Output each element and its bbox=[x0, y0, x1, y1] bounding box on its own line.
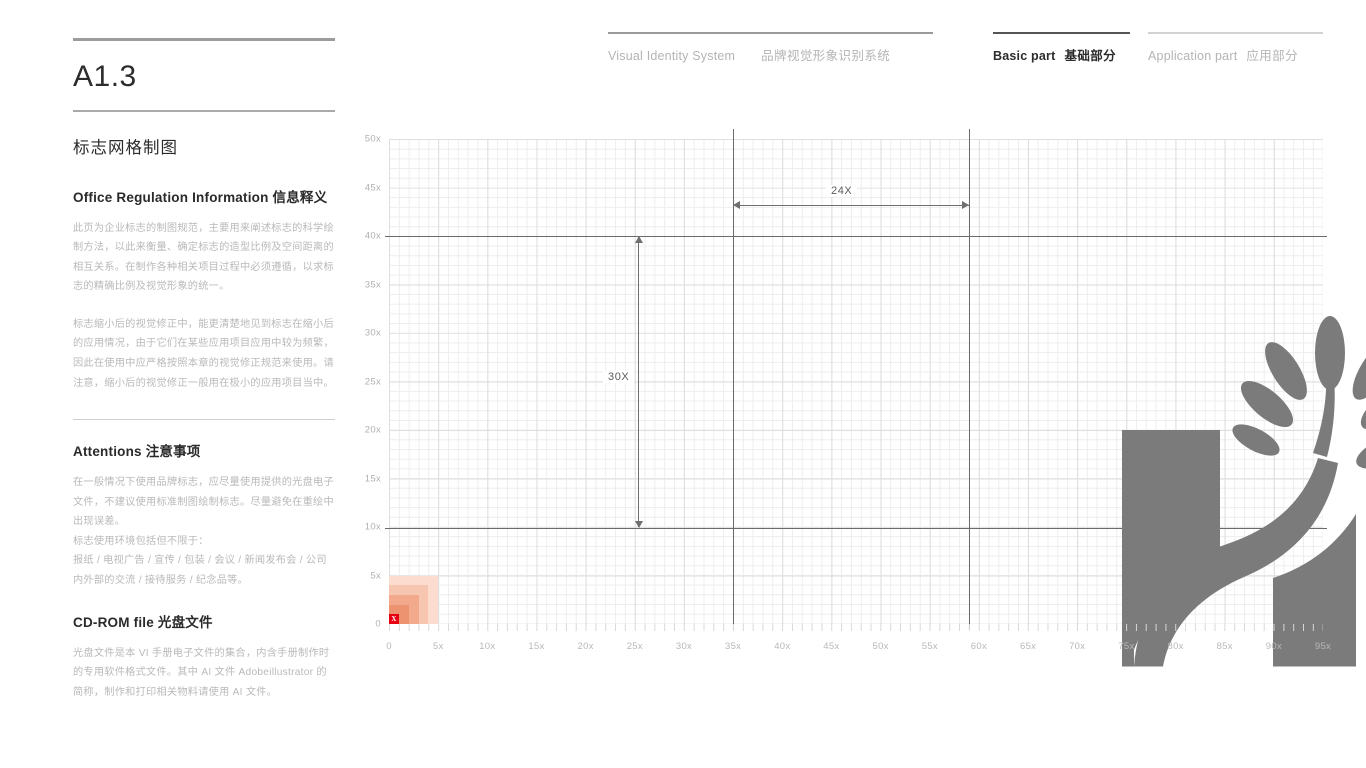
header-tab-application-part[interactable]: Application part 应用部分 bbox=[1148, 32, 1323, 64]
x-tick: 10x bbox=[479, 641, 496, 652]
y-axis-labels: 0 5x 10x 15x 20x 25x 30x 35x 40x 45x 50x bbox=[349, 134, 381, 630]
x-tick: 65x bbox=[1019, 641, 1037, 652]
header-basic-cn: 基础部分 bbox=[1064, 49, 1117, 63]
y-tick: 35x bbox=[364, 279, 381, 290]
info-block-cdrom: CD-ROM file 光盘文件 光盘文件是本 VI 手册电子文件的集合，内含手… bbox=[73, 611, 335, 703]
dim-arrow-30x-bottom bbox=[634, 520, 643, 528]
page-title: 标志网格制图 bbox=[73, 138, 178, 157]
y-tick: 5x bbox=[370, 570, 381, 581]
header-app-en: Application part bbox=[1148, 49, 1238, 63]
info-block-office-regulation: Office Regulation Information 信息释义 此页为企业… bbox=[73, 186, 335, 394]
info-block-attentions: Attentions 注意事项 在一般情况下使用品牌标志，应尽量使用提供的光盘电… bbox=[73, 440, 335, 590]
top-divider bbox=[73, 38, 335, 41]
x-tick: 70x bbox=[1069, 641, 1086, 652]
grid-major bbox=[389, 139, 1323, 624]
x-tick: 95x bbox=[1314, 641, 1332, 652]
vi-manual-page: Visual Identity System 品牌视觉形象识别系统 Basic … bbox=[0, 0, 1366, 768]
header-rule-vis bbox=[608, 32, 933, 34]
unit-x-label: X bbox=[391, 614, 397, 623]
dim-line-30x bbox=[638, 236, 639, 527]
header-vis-cn: 品牌视觉形象识别系统 bbox=[761, 49, 891, 63]
y-tick: 10x bbox=[364, 521, 381, 533]
header-visual-identity-system: Visual Identity System 品牌视觉形象识别系统 bbox=[608, 32, 933, 64]
dim-arrow-24x-left bbox=[733, 201, 740, 209]
x-axis-ticks bbox=[389, 624, 1323, 631]
header-basic-en: Basic part bbox=[993, 49, 1056, 63]
x-tick: 15x bbox=[528, 641, 545, 652]
y-tick: 40x bbox=[364, 230, 381, 242]
block-paragraph: 光盘文件是本 VI 手册电子文件的集合，内含手册制作时的专用软件格式文件。其中 … bbox=[73, 647, 330, 698]
guide-line-h-10x bbox=[385, 527, 1327, 529]
x-tick: 40x bbox=[774, 641, 791, 652]
x-tick: 30x bbox=[675, 641, 693, 652]
x-tick: 75x bbox=[1118, 641, 1135, 652]
x-tick: 25x bbox=[626, 641, 643, 652]
block-heading: CD-ROM file 光盘文件 bbox=[73, 614, 213, 630]
x-tick: 60x bbox=[970, 641, 987, 652]
block-paragraph: 标志使用环境包括但不限于： bbox=[73, 535, 209, 547]
block-heading: Office Regulation Information 信息释义 bbox=[73, 189, 328, 205]
header-rule-app bbox=[1148, 32, 1323, 34]
header-app-cn: 应用部分 bbox=[1246, 49, 1298, 63]
code-divider bbox=[73, 110, 335, 112]
x-axis-labels: 0 5x 10x 15x 20x 25x 30x 35x 40x 45x 50x… bbox=[386, 641, 1331, 657]
y-tick: 45x bbox=[364, 182, 381, 193]
header-rule-basic bbox=[993, 32, 1130, 34]
x-tick: 0 bbox=[386, 641, 392, 652]
x-tick: 90x bbox=[1265, 641, 1282, 652]
dim-line-24x bbox=[733, 205, 969, 206]
y-tick: 15x bbox=[364, 473, 381, 484]
block-paragraph: 标志缩小后的视觉修正中，能更清楚地见到标志在缩小后的应用情况，由于它们在某些应用… bbox=[73, 318, 334, 389]
y-tick: 50x bbox=[364, 133, 381, 145]
y-tick: 0 bbox=[375, 618, 381, 630]
x-tick: 20x bbox=[577, 641, 594, 652]
logo-grid-canvas: X 24X 30X bbox=[385, 129, 1366, 667]
y-tick: 20x bbox=[364, 424, 381, 436]
x-tick: 55x bbox=[921, 641, 938, 652]
dim-label-30x: 30X bbox=[603, 371, 635, 383]
block-paragraph: 此页为企业标志的制图规范，主要用来阐述标志的科学绘制方法，以此来衡量、确定标志的… bbox=[73, 222, 334, 293]
guide-line-v-59x bbox=[969, 129, 970, 629]
unit-x-cell: X bbox=[389, 614, 399, 624]
y-tick: 25x bbox=[364, 376, 381, 387]
block-paragraph: 在一般情况下使用品牌标志，应尽量使用提供的光盘电子文件，不建议使用标准制图绘制标… bbox=[73, 477, 334, 528]
page-code: A1.3 bbox=[73, 60, 137, 93]
block-heading: Attentions 注意事项 bbox=[73, 444, 201, 460]
block-paragraph: 报纸 / 电视广告 / 宣传 / 包装 / 会议 / 新闻发布会 / 公司内外部… bbox=[73, 555, 327, 587]
x-tick: 45x bbox=[823, 641, 840, 652]
dim-arrow-30x-top bbox=[634, 236, 643, 243]
block-divider bbox=[73, 419, 335, 421]
header-tab-basic-part[interactable]: Basic part 基础部分 bbox=[993, 32, 1130, 64]
x-tick: 80x bbox=[1167, 641, 1184, 652]
x-tick: 50x bbox=[872, 641, 889, 652]
x-tick: 5x bbox=[432, 641, 444, 652]
left-info-column: A1.3 标志网格制图 Office Regulation Informatio… bbox=[73, 38, 335, 702]
x-tick: 35x bbox=[724, 641, 742, 652]
dim-arrow-24x-right bbox=[962, 201, 969, 209]
x-tick: 85x bbox=[1216, 641, 1233, 652]
dim-label-24x: 24X bbox=[826, 185, 858, 197]
y-tick: 30x bbox=[364, 327, 381, 339]
header-vis-en: Visual Identity System bbox=[608, 49, 736, 63]
guide-line-h-40x bbox=[385, 236, 1327, 237]
